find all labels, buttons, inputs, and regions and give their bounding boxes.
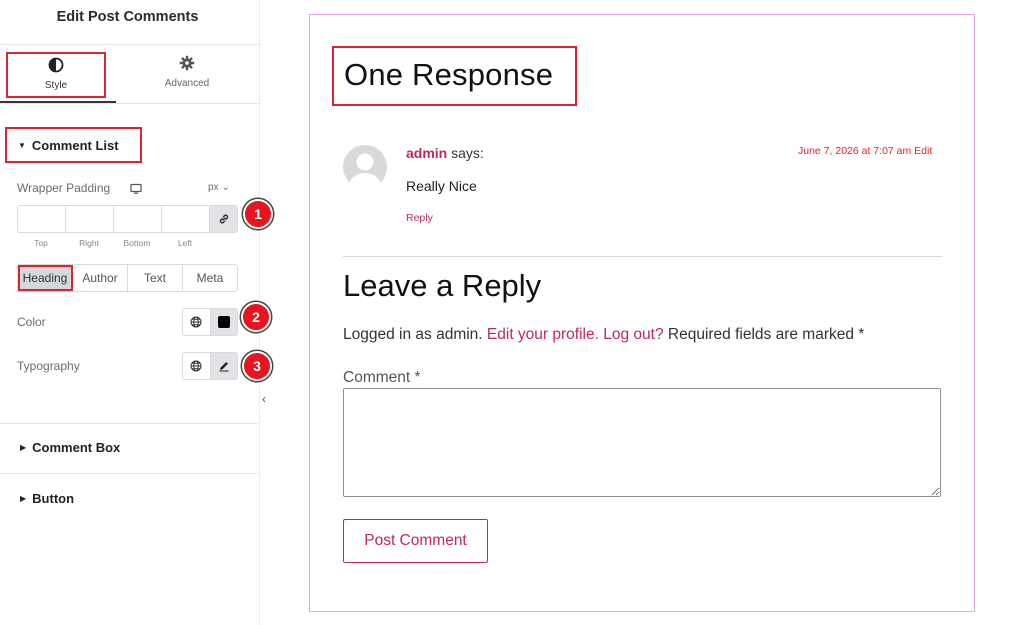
required-fields-note: Required fields are marked *: [667, 326, 865, 343]
subtab-meta[interactable]: Meta: [183, 265, 237, 291]
color-label: Color: [17, 315, 46, 329]
comment-edit-link[interactable]: Edit: [914, 145, 932, 157]
log-out-link[interactable]: Log out?: [603, 326, 663, 343]
tab-advanced[interactable]: Advanced: [137, 52, 237, 98]
comment-textarea[interactable]: [343, 388, 941, 497]
tabs-divider: [0, 103, 260, 104]
padding-left-label: Left: [177, 238, 193, 248]
logged-in-text: Logged in as admin.: [343, 326, 483, 343]
color-swatch: [217, 316, 230, 328]
comments-heading: One Response: [344, 57, 554, 92]
comment-meta: June 7, 2026 at 7:07 am Edit: [798, 145, 932, 157]
editor-panel: Edit Post Comments Style Advanced ▼ Comm…: [0, 0, 273, 625]
link-icon: [219, 214, 228, 224]
padding-left-input[interactable]: [162, 206, 210, 232]
color-picker-button[interactable]: [209, 309, 237, 335]
wrapper-padding-label: Wrapper Padding: [17, 181, 111, 195]
chevron-down-icon: ⌄: [221, 182, 230, 193]
subtab-text[interactable]: Text: [128, 265, 183, 291]
section-button-header[interactable]: ▶ Button: [20, 491, 74, 506]
padding-top-label: Top: [34, 238, 48, 248]
globe-icon: [190, 360, 202, 372]
section-comment-box-header[interactable]: ▶ Comment Box: [20, 440, 120, 455]
padding-top-input[interactable]: [18, 206, 66, 232]
comment-author: admin says:: [406, 145, 484, 161]
comments-divider: [343, 256, 942, 257]
section-button-label: Button: [32, 491, 75, 506]
comment-reply-link[interactable]: Reply: [406, 212, 433, 224]
post-comment-button[interactable]: Post Comment: [343, 519, 488, 563]
globe-icon: [190, 316, 202, 328]
padding-right-label: Right: [79, 238, 99, 248]
comment-says: says:: [451, 145, 484, 161]
gear-icon: [179, 55, 195, 71]
subtab-heading[interactable]: Heading: [18, 265, 73, 291]
pencil-icon: [219, 362, 229, 372]
logged-in-line: Logged in as admin. Edit your profile. L…: [343, 326, 864, 344]
tab-style-label: Style: [44, 80, 68, 91]
comment-date[interactable]: June 7, 2026 at 7:07 am: [798, 145, 911, 157]
edit-profile-link[interactable]: Edit your profile.: [487, 326, 599, 343]
subtab-author[interactable]: Author: [73, 265, 128, 291]
caret-down-icon: ▼: [18, 141, 26, 150]
step-badge-2: 2: [241, 302, 271, 332]
section-comment-list-header[interactable]: ▼ Comment List: [5, 127, 142, 163]
typography-label: Typography: [17, 359, 80, 373]
typography-globals-button[interactable]: [183, 353, 210, 379]
padding-bottom-label: Bottom: [123, 238, 151, 248]
typography-edit-button[interactable]: [209, 353, 237, 379]
reply-form-title: Leave a Reply: [343, 268, 542, 303]
element-subtabs: Heading Author Text Meta: [17, 264, 238, 292]
caret-right-icon: ▶: [20, 494, 27, 503]
padding-bottom-input[interactable]: [114, 206, 162, 232]
unit-selector[interactable]: px ⌄: [208, 182, 230, 193]
step-badge-1: 1: [243, 199, 273, 229]
comment-field-label: Comment *: [343, 369, 421, 386]
wrapper-padding-inputs: [17, 205, 238, 233]
tab-style[interactable]: Style: [6, 52, 106, 98]
comment-text: Really Nice: [406, 178, 477, 194]
caret-right-icon: ▶: [20, 443, 27, 452]
comment-author-name[interactable]: admin: [406, 145, 447, 161]
section-comment-list-label: Comment List: [31, 138, 119, 153]
padding-right-input[interactable]: [66, 206, 114, 232]
unit-value: px: [208, 182, 219, 193]
typography-control: [182, 352, 238, 380]
step-badge-3: 3: [242, 351, 272, 381]
section-comment-box-label: Comment Box: [32, 440, 121, 455]
panel-header-divider: [0, 44, 260, 45]
half-circle-contrast-icon: [48, 57, 64, 73]
section-divider: [0, 423, 258, 424]
desktop-monitor-icon[interactable]: [130, 183, 142, 195]
default-avatar-icon: [349, 153, 381, 189]
color-control: [182, 308, 238, 336]
panel-title: Edit Post Comments: [56, 9, 199, 25]
tab-advanced-label: Advanced: [164, 78, 210, 89]
avatar: [343, 145, 387, 189]
section-divider: [0, 473, 258, 474]
color-globals-button[interactable]: [183, 309, 210, 335]
collapse-panel-chevron-left-icon[interactable]: ‹: [262, 392, 266, 406]
link-values-button[interactable]: [210, 206, 237, 232]
